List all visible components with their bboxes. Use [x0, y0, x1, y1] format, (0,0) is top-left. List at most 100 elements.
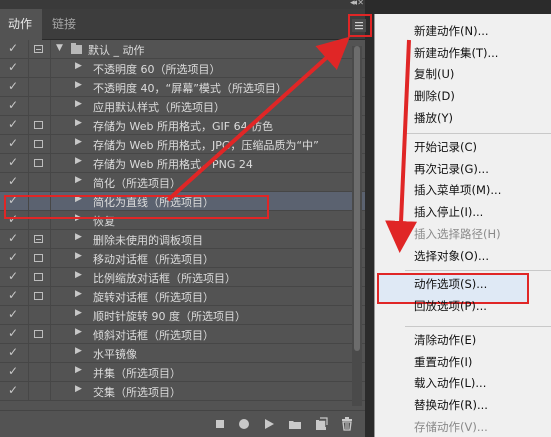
action-label: 删除未使用的调板项目	[93, 234, 203, 247]
toggle-item-checkmark-icon[interactable]: ✓	[8, 117, 18, 131]
action-row[interactable]: ✓ ▶ 存储为 Web 所用格式，PNG 24	[0, 154, 365, 173]
action-row[interactable]: ✓ ▶ 顺时针旋转 90 度（所选项目）	[0, 306, 365, 325]
action-row[interactable]: ✓ ▶ 删除未使用的调板项目	[0, 230, 365, 249]
menu-item[interactable]: 再次记录(G)...	[414, 161, 489, 177]
expand-set-chevron-icon[interactable]: ▼	[56, 43, 63, 53]
action-row[interactable]: ✓ ▶ 比例缩放对话框（所选项目）	[0, 268, 365, 287]
collapse-panel-icon[interactable]: ◂◂	[350, 0, 357, 8]
toggle-item-checkmark-icon[interactable]: ✓	[8, 250, 18, 264]
menu-item[interactable]: 新建动作集(T)...	[414, 45, 498, 61]
record-icon[interactable]	[237, 417, 251, 431]
tab-actions[interactable]: 动作	[0, 9, 42, 40]
toggle-item-checkmark-icon[interactable]: ✓	[8, 60, 18, 74]
close-panel-icon[interactable]: ✕	[357, 0, 364, 7]
toggle-dialog-icon[interactable]	[34, 121, 43, 129]
menu-item[interactable]: 选择对象(O)...	[414, 248, 489, 264]
actions-bottom-toolbar	[0, 410, 365, 437]
stop-icon[interactable]	[213, 417, 227, 431]
toggle-dialog-icon[interactable]	[34, 330, 43, 338]
toggle-dialog-icon[interactable]	[34, 254, 43, 262]
action-label: 倾斜对话框（所选项目）	[93, 329, 214, 342]
expand-action-chevron-icon[interactable]: ▶	[75, 118, 82, 128]
toggle-item-checkmark-icon[interactable]: ✓	[8, 155, 18, 169]
action-row[interactable]: ✓ ▶ 不透明度 60（所选项目）	[0, 59, 365, 78]
expand-action-chevron-icon[interactable]: ▶	[75, 384, 82, 394]
hamburger-menu-icon[interactable]	[352, 19, 366, 32]
menu-item[interactable]: 重置动作(I)	[414, 354, 472, 370]
toggle-item-checkmark-icon[interactable]: ✓	[8, 41, 18, 55]
menu-item[interactable]: 播放(Y)	[414, 110, 453, 126]
tab-links[interactable]: 链接	[44, 9, 84, 40]
menu-item[interactable]: 清除动作(E)	[414, 332, 476, 348]
toggle-item-checkmark-icon[interactable]: ✓	[8, 345, 18, 359]
action-label: 移动对话框（所选项目）	[93, 253, 214, 266]
menu-item[interactable]: 替换动作(R)...	[414, 397, 488, 413]
new-set-icon[interactable]	[288, 417, 302, 431]
expand-action-chevron-icon[interactable]: ▶	[75, 270, 82, 280]
expand-action-chevron-icon[interactable]: ▶	[75, 61, 82, 71]
action-row[interactable]: ✓ ▶ 水平镜像	[0, 344, 365, 363]
toggle-item-checkmark-icon[interactable]: ✓	[8, 136, 18, 150]
toggle-item-checkmark-icon[interactable]: ✓	[8, 79, 18, 93]
selected-action-highlight-box	[4, 195, 269, 219]
expand-action-chevron-icon[interactable]: ▶	[75, 156, 82, 166]
expand-action-chevron-icon[interactable]: ▶	[75, 251, 82, 261]
action-label: 水平镜像	[93, 348, 137, 361]
toggle-dialog-icon[interactable]	[34, 292, 43, 300]
delete-icon[interactable]	[340, 417, 354, 431]
menu-item[interactable]: 插入停止(I)...	[414, 204, 483, 220]
toggle-item-checkmark-icon[interactable]: ✓	[8, 98, 18, 112]
new-action-icon[interactable]	[314, 417, 328, 431]
actions-panel: ◂◂ ✕ 动作 链接 ✓ ▼ 默认 _ 动作 ✓ ▶ 不透明度 60（所选项目） ✓ ▶…	[0, 0, 365, 437]
menu-item[interactable]: 插入菜单项(M)...	[414, 182, 501, 198]
action-row[interactable]: ✓ ▶ 交集（所选项目）	[0, 382, 365, 401]
toggle-item-checkmark-icon[interactable]: ✓	[8, 383, 18, 397]
menu-item[interactable]: 删除(D)	[414, 88, 455, 104]
play-icon[interactable]	[262, 417, 276, 431]
toggle-dialog-icon[interactable]	[34, 140, 43, 148]
expand-action-chevron-icon[interactable]: ▶	[75, 99, 82, 109]
toggle-item-checkmark-icon[interactable]: ✓	[8, 174, 18, 188]
menu-separator	[405, 326, 551, 327]
toggle-item-checkmark-icon[interactable]: ✓	[8, 269, 18, 283]
action-row[interactable]: ✓ ▶ 并集（所选项目）	[0, 363, 365, 382]
scroll-thumb[interactable]	[354, 46, 360, 351]
toggle-item-checkmark-icon[interactable]: ✓	[8, 231, 18, 245]
action-label: 顺时针旋转 90 度（所选项目）	[93, 310, 246, 323]
expand-action-chevron-icon[interactable]: ▶	[75, 175, 82, 185]
expand-action-chevron-icon[interactable]: ▶	[75, 346, 82, 356]
expand-action-chevron-icon[interactable]: ▶	[75, 365, 82, 375]
action-row[interactable]: ✓ ▶ 简化（所选项目）	[0, 173, 365, 192]
expand-action-chevron-icon[interactable]: ▶	[75, 80, 82, 90]
toggle-item-checkmark-icon[interactable]: ✓	[8, 288, 18, 302]
toggle-item-checkmark-icon[interactable]: ✓	[8, 307, 18, 321]
actions-scrollbar[interactable]	[352, 46, 362, 406]
toggle-dialog-icon[interactable]	[34, 273, 43, 281]
toggle-dialog-icon[interactable]	[34, 159, 43, 167]
menu-item[interactable]: 动作选项(S)...	[414, 276, 487, 292]
toggle-item-checkmark-icon[interactable]: ✓	[8, 326, 18, 340]
action-row[interactable]: ✓ ▶ 倾斜对话框（所选项目）	[0, 325, 365, 344]
menu-item[interactable]: 载入动作(L)...	[414, 375, 486, 391]
action-row[interactable]: ✓ ▶ 不透明度 40，“屏幕”模式（所选项目）	[0, 78, 365, 97]
menu-item[interactable]: 回放选项(P)...	[414, 298, 487, 314]
action-row[interactable]: ✓ ▶ 旋转对话框（所选项目）	[0, 287, 365, 306]
action-row[interactable]: ✓ ▶ 存储为 Web 所用格式，JPG，压缩品质为“中”	[0, 135, 365, 154]
action-row[interactable]: ✓ ▶ 移动对话框（所选项目）	[0, 249, 365, 268]
toggle-dialog-icon[interactable]	[34, 235, 43, 243]
toggle-item-checkmark-icon[interactable]: ✓	[8, 364, 18, 378]
menu-item[interactable]: 开始记录(C)	[414, 139, 477, 155]
menu-item[interactable]: 复制(U)	[414, 66, 454, 82]
toggle-dialog-icon[interactable]	[34, 45, 43, 53]
menu-item: 插入选择路径(H)	[414, 226, 501, 241]
expand-action-chevron-icon[interactable]: ▶	[75, 327, 82, 337]
expand-action-chevron-icon[interactable]: ▶	[75, 137, 82, 147]
expand-action-chevron-icon[interactable]: ▶	[75, 289, 82, 299]
action-set-row[interactable]: ✓ ▼ 默认 _ 动作	[0, 40, 365, 59]
expand-action-chevron-icon[interactable]: ▶	[75, 308, 82, 318]
expand-action-chevron-icon[interactable]: ▶	[75, 232, 82, 242]
action-set-name: 默认 _ 动作	[88, 44, 145, 57]
action-row[interactable]: ✓ ▶ 存储为 Web 所用格式，GIF 64 仿色	[0, 116, 365, 135]
menu-item[interactable]: 新建动作(N)...	[414, 23, 489, 39]
action-row[interactable]: ✓ ▶ 应用默认样式（所选项目）	[0, 97, 365, 116]
